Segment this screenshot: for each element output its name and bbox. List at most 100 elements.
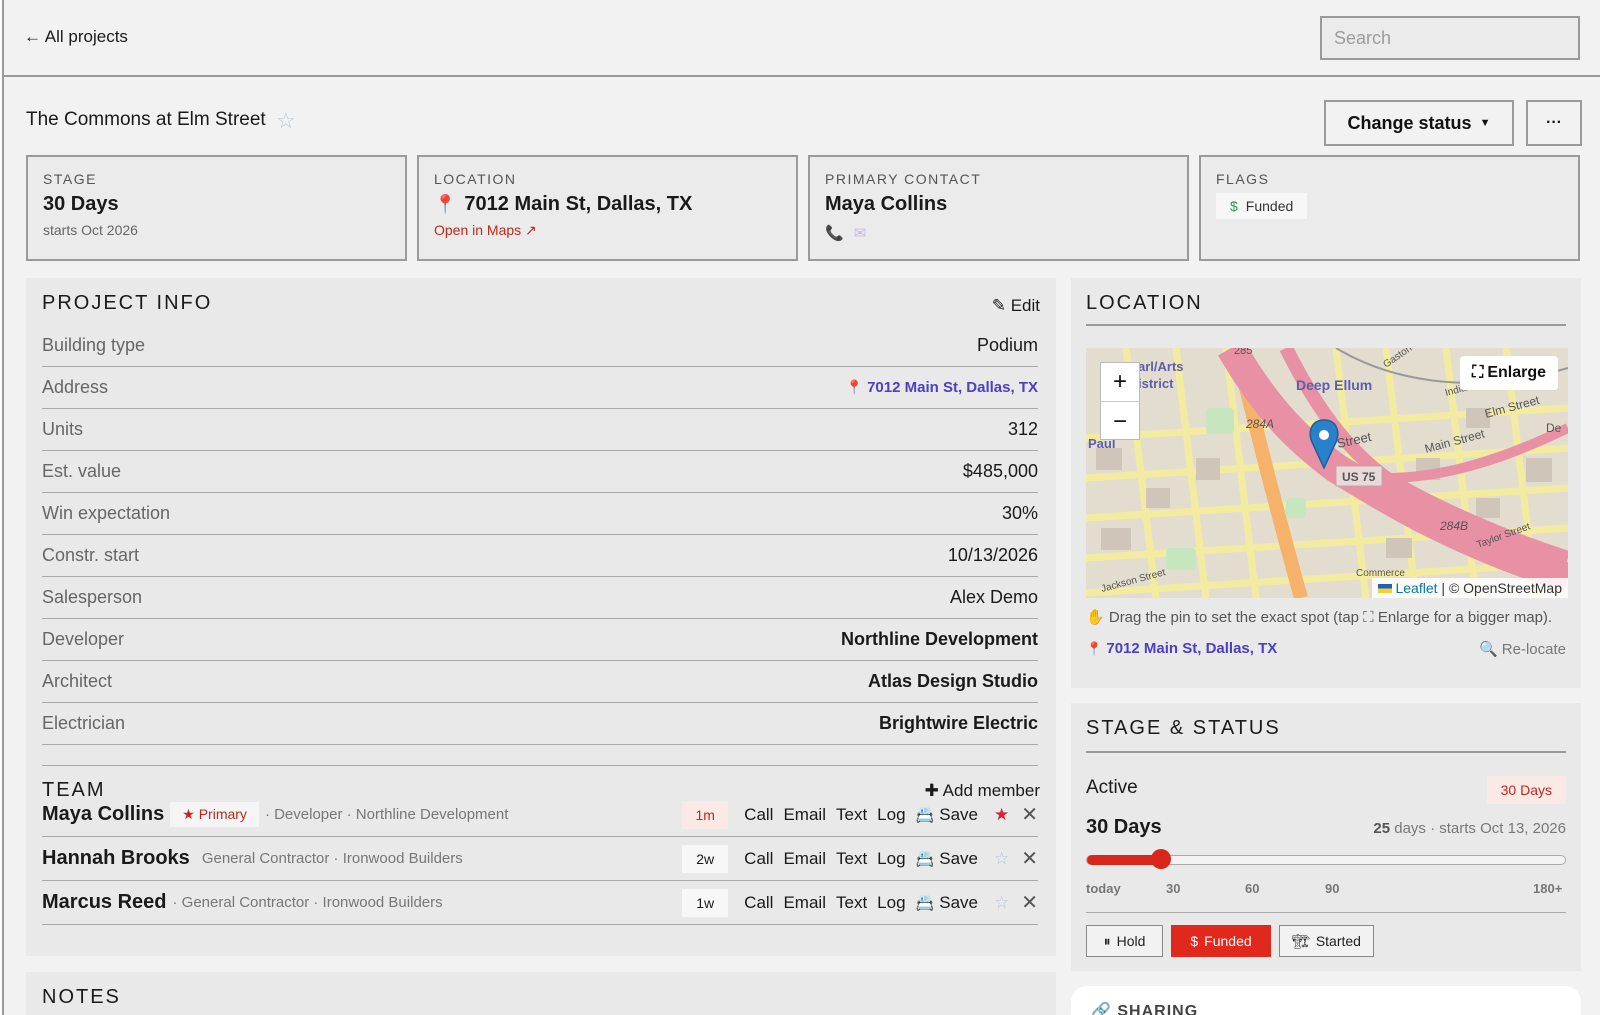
relocate-label: Re-locate	[1501, 641, 1566, 658]
star-icon[interactable]: ★	[994, 805, 1009, 825]
save-button[interactable]: Save	[939, 849, 978, 869]
member-name[interactable]: Maya Collins	[42, 803, 164, 826]
email-button[interactable]: Email	[783, 849, 826, 869]
funded-button[interactable]: $ Funded	[1171, 925, 1271, 957]
edit-button[interactable]: ✎ Edit	[992, 296, 1040, 316]
days-meta: 25 days · starts Oct 13, 2026	[1373, 820, 1566, 837]
info-value: $485,000	[962, 461, 1038, 481]
info-row-architect: Architect Atlas Design Studio	[42, 661, 1038, 703]
info-row-units: Units 312	[42, 409, 1038, 451]
info-label: Address	[42, 377, 109, 397]
star-icon[interactable]: ☆	[994, 849, 1009, 869]
member-role: General Contractor · Ironwood Builders	[201, 850, 463, 867]
stage-badge: 30 Days	[1486, 776, 1566, 804]
text-button[interactable]: Text	[836, 849, 867, 869]
stage-status-divider-2	[1086, 912, 1566, 913]
email-button[interactable]: Email	[783, 893, 826, 913]
phone-icon[interactable]: 📞	[825, 224, 844, 242]
open-in-maps-link[interactable]: Open in Maps ↗	[434, 222, 781, 239]
info-row-est-value: Est. value $485,000	[42, 451, 1038, 493]
sharing-panel: 🔗 SHARING	[1071, 986, 1581, 1015]
started-button[interactable]: 🏗 Started	[1279, 925, 1374, 957]
address-link-text: 7012 Main St, Dallas, TX	[867, 379, 1038, 396]
notes-title: NOTES	[42, 986, 121, 1008]
location-panel: LOCATION arl/Arts istrict Deep Ellum Str…	[1071, 278, 1581, 688]
save-button[interactable]: Save	[939, 805, 978, 825]
zoom-out-button[interactable]: −	[1101, 402, 1139, 441]
member-actions: 1m Call Email Text Log 📇 Save ★ ✕	[682, 793, 1038, 836]
info-label: Win expectation	[42, 503, 171, 523]
days-remaining: 25	[1373, 820, 1391, 837]
text-button[interactable]: Text	[836, 893, 867, 913]
hold-button[interactable]: ⏸ Hold	[1086, 925, 1163, 957]
map-address-link[interactable]: 📍 7012 Main St, Dallas, TX	[1086, 640, 1277, 657]
info-row-salesperson: Salesperson Alex Demo	[42, 577, 1038, 619]
log-button[interactable]: Log	[877, 849, 905, 869]
search-input[interactable]	[1320, 16, 1580, 60]
days-label: 30 Days	[1086, 816, 1162, 838]
expand-icon: ⛶	[1472, 364, 1484, 381]
member-name[interactable]: Marcus Reed	[42, 891, 167, 914]
project-info-title: PROJECT INFO	[42, 292, 213, 314]
call-button[interactable]: Call	[744, 893, 773, 913]
mail-icon[interactable]: ✉	[854, 224, 867, 242]
slider-thumb[interactable]	[1151, 849, 1172, 869]
remove-member-icon[interactable]: ✕	[1021, 802, 1038, 827]
map-hint-text: Drag the pin to set the exact spot (tap …	[1108, 609, 1553, 626]
stage-card-value: 30 Days	[43, 193, 119, 215]
member-role: · Developer · Northline Development	[264, 806, 509, 823]
zoom-control: + −	[1100, 362, 1140, 440]
funded-flag-badge: $ Funded	[1216, 193, 1308, 219]
info-row-electrician: Electrician Brightwire Electric	[42, 703, 1038, 745]
primary-contact-card: PRIMARY CONTACT Maya Collins 📞 ✉	[808, 155, 1189, 261]
map[interactable]: arl/Arts istrict Deep Ellum Street Elm S…	[1086, 348, 1568, 598]
status-label: Active	[1086, 777, 1138, 798]
call-button[interactable]: Call	[744, 849, 773, 869]
team-row: Maya Collins ★ Primary · Developer · Nor…	[42, 793, 1038, 837]
favorite-star-icon[interactable]: ☆	[276, 108, 296, 134]
enlarge-map-button[interactable]: ⛶ Enlarge	[1460, 356, 1558, 390]
zoom-in-button[interactable]: +	[1101, 363, 1139, 402]
info-value: 312	[1007, 419, 1038, 439]
location-card: LOCATION 📍 7012 Main St, Dallas, TX Open…	[417, 155, 798, 261]
member-name[interactable]: Hannah Brooks	[42, 847, 190, 870]
slider-fill	[1087, 854, 1162, 865]
team-divider	[42, 765, 1038, 766]
info-value: Brightwire Electric	[878, 713, 1038, 733]
location-card-address: 7012 Main St, Dallas, TX	[464, 193, 693, 215]
last-contact-badge: 2w	[682, 844, 729, 873]
call-button[interactable]: Call	[744, 805, 773, 825]
map-label: Deep Ellum	[1296, 377, 1372, 393]
change-status-button[interactable]: Change status ▼	[1324, 100, 1514, 146]
relocate-button[interactable]: 🔍 Re-locate	[1479, 640, 1566, 658]
info-value: Alex Demo	[949, 587, 1038, 607]
map-label: istrict	[1138, 376, 1174, 391]
map-label: 285	[1234, 348, 1252, 357]
address-link[interactable]: 📍 7012 Main St, Dallas, TX	[845, 379, 1038, 396]
info-label: Building type	[42, 335, 146, 355]
location-panel-title: LOCATION	[1086, 292, 1203, 314]
caret-down-icon: ▼	[1479, 117, 1491, 129]
stage-status-divider	[1086, 751, 1566, 753]
log-button[interactable]: Log	[877, 893, 905, 913]
save-button[interactable]: Save	[939, 893, 978, 913]
remove-member-icon[interactable]: ✕	[1021, 846, 1038, 871]
page-title: The Commons at Elm Street	[26, 109, 266, 130]
info-row-developer: Developer Northline Development	[42, 619, 1038, 661]
star-icon[interactable]: ☆	[994, 893, 1009, 913]
notes-panel: NOTES	[26, 972, 1056, 1015]
remove-member-icon[interactable]: ✕	[1021, 890, 1038, 915]
more-options-button[interactable]: ···	[1526, 100, 1582, 146]
location-divider	[1086, 324, 1566, 326]
team-row: Hannah Brooks General Contractor · Ironw…	[42, 837, 1038, 881]
member-actions: 1w Call Email Text Log 📇 Save ☆ ✕	[682, 881, 1038, 924]
stage-slider[interactable]	[1086, 849, 1566, 869]
map-attribution: Leaflet | © OpenStreetMap	[1371, 578, 1568, 598]
leaflet-link[interactable]: Leaflet	[1395, 580, 1437, 596]
funded-label: Funded	[1204, 933, 1252, 949]
map-hint: ✋ Drag the pin to set the exact spot (ta…	[1086, 608, 1552, 626]
back-to-projects-link[interactable]: ← All projects	[24, 27, 128, 47]
text-button[interactable]: Text	[836, 805, 867, 825]
email-button[interactable]: Email	[783, 805, 826, 825]
log-button[interactable]: Log	[877, 805, 905, 825]
